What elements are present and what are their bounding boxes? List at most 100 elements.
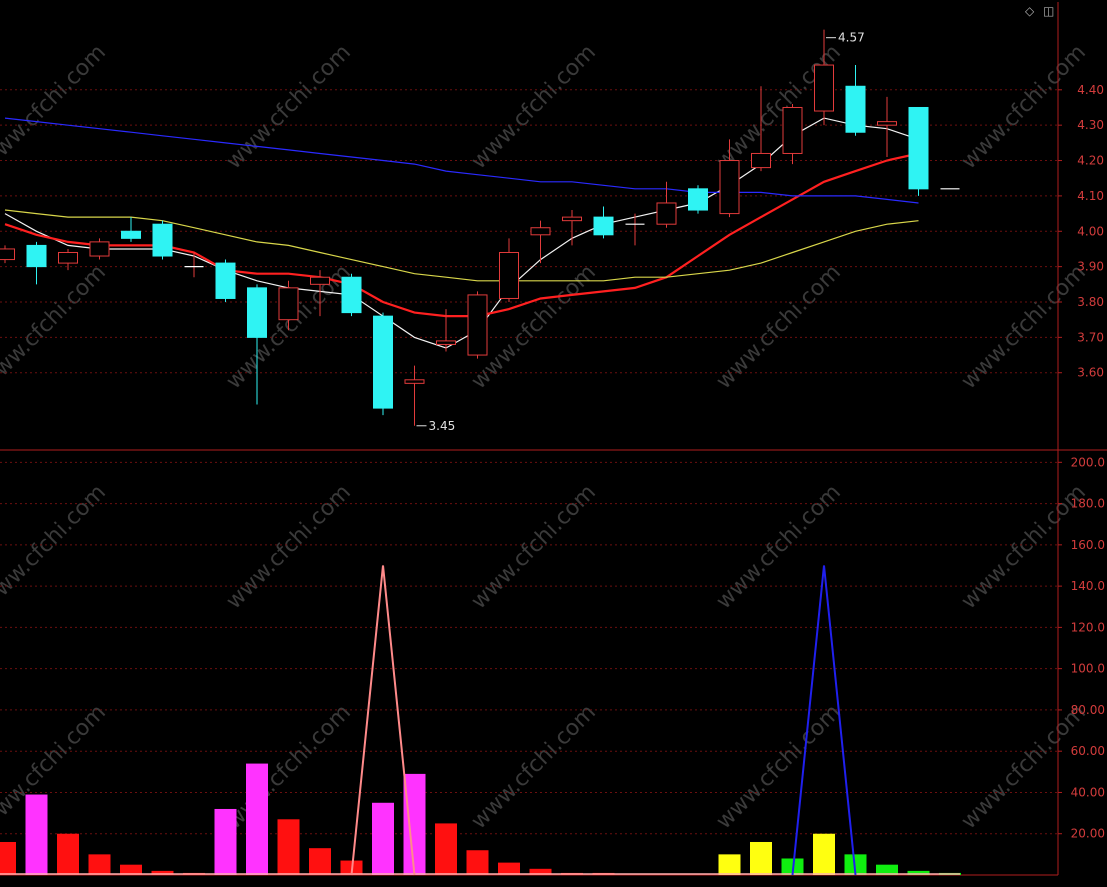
watermark-text: www.cfchi.com [957,700,1091,834]
candle-body [89,241,110,257]
low-price-label: 3.45 [429,419,456,433]
price-tick-label: 3.60 [1077,366,1104,380]
candle-body [26,244,47,268]
watermark-text: www.cfchi.com [712,480,846,614]
candle [404,365,425,426]
high-price-label: 4.57 [838,31,865,45]
indicator-bar [466,850,489,875]
indicator-bar [372,802,394,875]
watermark-text: www.cfchi.com [712,260,846,394]
candle-body [751,152,771,169]
indicator-tick-label: 140.0 [1071,579,1105,593]
price-tick-label: 4.20 [1077,154,1104,168]
candle-body [58,251,78,264]
indicator-tick-label: 120.0 [1071,620,1105,634]
candle-body [310,276,330,285]
candle-body [247,287,267,338]
candle-body [0,248,15,261]
indicator-tick-label: 200.0 [1071,455,1105,469]
indicator-tick-label: 80.00 [1071,703,1105,717]
indicator-tick-label: 100.0 [1071,662,1105,676]
candle-body [719,160,740,215]
watermark-text: www.cfchi.com [222,700,356,834]
candle [215,259,236,302]
candle-body [782,106,803,154]
candle-body [845,85,866,133]
candle [562,210,582,246]
price-tick-label: 4.10 [1077,189,1104,203]
price-tick-label: 3.90 [1077,260,1104,274]
watermark-text: www.cfchi.com [222,480,356,614]
candle [373,312,393,416]
candle [782,103,803,165]
candle-body [562,216,582,222]
candle-body [341,276,362,314]
diamond-icon[interactable]: ◇ [1025,4,1034,18]
indicator-bar [57,833,79,875]
watermark-text: www.cfchi.com [712,700,846,834]
indicator-tick-label: 40.00 [1071,785,1105,799]
moving-average-line-2 [4,152,919,318]
candle [0,245,15,264]
watermark-text: www.cfchi.com [0,480,111,614]
indicator-bar [403,773,426,875]
candle-body [656,202,677,225]
indicator-bar [309,848,331,875]
indicator-bar [0,841,16,875]
candle [688,185,708,214]
watermark-text: www.cfchi.com [467,40,601,174]
watermark-text: www.cfchi.com [222,40,356,174]
window-toggle-icon[interactable]: ◫ [1043,4,1054,18]
indicator-peak-lines [350,565,857,876]
indicator-bar [25,794,48,875]
chart-canvas: www.cfchi.com www.cfchi.com www.cfchi.com w… [0,2,1107,876]
indicator-tick-label: 160.0 [1071,538,1105,552]
candle-body [152,223,173,257]
watermark-text: www.cfchi.com [467,700,601,834]
candle-body [215,262,236,299]
watermark-text: www.cfchi.com [957,260,1091,394]
indicator-bar [88,854,111,875]
indicator-tick-label: 60.00 [1071,744,1105,758]
candle-body [908,106,929,190]
candle-body [373,315,393,409]
candle [121,217,141,242]
candle [877,96,897,157]
indicator-bar [750,841,772,875]
indicator-tick-label: 20.00 [1071,827,1105,841]
candle-body [404,379,425,384]
indicator-bar [813,833,835,875]
candle-body [467,294,488,356]
candle-body [688,188,708,211]
indicator-bar [277,819,300,875]
candle-body [499,251,519,299]
candle-body [593,216,614,236]
indicator-bar [214,808,237,875]
watermark-text: www.cfchi.com [0,40,111,174]
candle [530,220,551,264]
candle [908,106,929,196]
candle [467,291,488,359]
watermark-text: www.cfchi.com [0,700,111,834]
price-tick-label: 3.70 [1077,330,1104,344]
indicator-bar [435,823,457,875]
indicator-bar [246,763,268,875]
price-tick-label: 3.80 [1077,295,1104,309]
candle-body [278,287,299,321]
watermark-text: www.cfchi.com [0,260,111,394]
candle [89,238,110,260]
indicator-bar [498,862,520,875]
candle [499,238,519,302]
indicator-tick-label: 180.0 [1071,497,1105,511]
candle-body [814,64,834,112]
candle [341,273,362,317]
candle-body [436,340,456,345]
indicator-bar [718,854,741,875]
watermark-text: www.cfchi.com [467,480,601,614]
candle [845,65,866,136]
watermark-text: www.cfchi.com [957,40,1091,174]
price-tick-label: 4.00 [1077,224,1104,238]
candle [26,241,47,285]
candle-body [121,230,141,239]
price-tick-label: 4.30 [1077,118,1104,132]
